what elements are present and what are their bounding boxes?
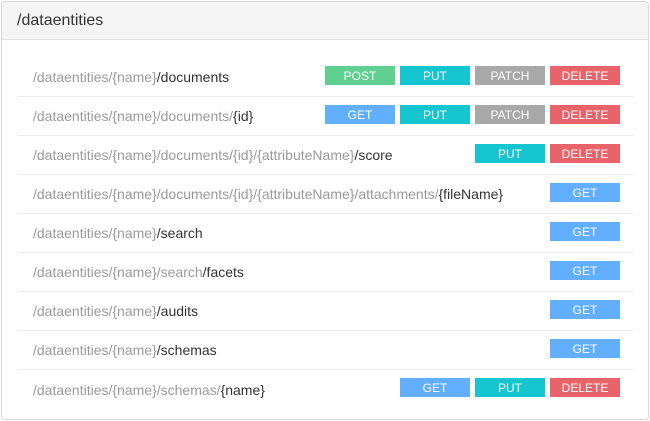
path-segment-base: /dataentities/{name}/documents/{id}/{att…	[33, 147, 355, 163]
endpoint-path: /dataentities/{name}/search/facets	[18, 264, 244, 280]
endpoint-path: /dataentities/{name}/schemas/{name}	[18, 382, 265, 398]
panel-header[interactable]: /dataentities	[2, 2, 648, 40]
endpoint-row[interactable]: /dataentities/{name}/schemas/{name} GET PU…	[18, 370, 633, 409]
method-buttons: GET PUT DELETE	[400, 378, 620, 397]
endpoint-path: /dataentities/{name}/documents	[18, 69, 229, 85]
panel-title: /dataentities	[17, 11, 104, 29]
patch-method-button[interactable]: PATCH	[475, 105, 545, 124]
path-segment-base: /dataentities/{name}	[33, 342, 157, 358]
get-method-button[interactable]: GET	[550, 339, 620, 358]
method-buttons: PUT DELETE	[475, 144, 620, 163]
path-segment-highlight: {name}	[220, 381, 265, 398]
path-segment-base: /dataentities/{name}/documents/	[33, 108, 234, 124]
path-segment-base: /dataentities/{name}/documents/{id}/{att…	[33, 186, 439, 202]
put-method-button[interactable]: PUT	[475, 378, 545, 397]
delete-method-button[interactable]: DELETE	[550, 66, 620, 85]
put-method-button[interactable]: PUT	[400, 105, 470, 124]
post-method-button[interactable]: POST	[325, 66, 395, 85]
path-segment-highlight: /schemas	[156, 342, 217, 358]
get-method-button[interactable]: GET	[550, 300, 620, 319]
endpoint-row[interactable]: /dataentities/{name}/documents/{id} GET PU…	[18, 97, 633, 136]
delete-method-button[interactable]: DELETE	[550, 378, 620, 397]
put-method-button[interactable]: PUT	[475, 144, 545, 163]
method-buttons: GET	[550, 183, 620, 202]
endpoint-row[interactable]: /dataentities/{name}/search/facets GET	[18, 253, 633, 292]
endpoint-path: /dataentities/{name}/documents/{id}	[18, 108, 253, 124]
endpoint-row[interactable]: /dataentities/{name}/documents/{id}/{att…	[18, 136, 633, 175]
delete-method-button[interactable]: DELETE	[550, 105, 620, 124]
path-segment-highlight: /facets	[202, 264, 244, 280]
get-method-button[interactable]: GET	[550, 261, 620, 280]
get-method-button[interactable]: GET	[550, 183, 620, 202]
endpoint-path: /dataentities/{name}/documents/{id}/{att…	[18, 186, 503, 202]
patch-method-button[interactable]: PATCH	[475, 66, 545, 85]
endpoint-list: /dataentities/{name}/documents POST PUT PAT…	[18, 58, 633, 409]
path-segment-highlight: {fileName}	[438, 186, 504, 202]
path-segment-base: /dataentities/{name}	[33, 303, 157, 319]
put-method-button[interactable]: PUT	[400, 66, 470, 85]
get-method-button[interactable]: GET	[325, 105, 395, 124]
path-segment-base: /dataentities/{name}	[33, 69, 157, 85]
path-segment-base: /dataentities/{name}	[33, 225, 157, 241]
endpoint-row[interactable]: /dataentities/{name}/schemas GET	[18, 331, 633, 370]
path-segment-highlight: /score	[354, 147, 393, 163]
method-buttons: GET	[550, 339, 620, 358]
path-segment-highlight: {id}	[233, 108, 254, 124]
method-buttons: GET PUT PATCH DELETE	[325, 105, 620, 124]
get-method-button[interactable]: GET	[550, 222, 620, 241]
endpoint-row[interactable]: /dataentities/{name}/search GET	[18, 214, 633, 253]
path-segment-base: /dataentities/{name}/search	[33, 264, 203, 280]
method-buttons: GET	[550, 261, 620, 280]
dataentities-panel: /dataentities /dataentities/{name}/docum…	[1, 1, 649, 420]
path-segment-highlight: /search	[156, 225, 203, 241]
method-buttons: GET	[550, 300, 620, 319]
endpoint-row[interactable]: /dataentities/{name}/documents POST PUT PAT…	[18, 58, 633, 97]
endpoint-path: /dataentities/{name}/audits	[18, 303, 198, 319]
path-segment-base: /dataentities/{name}/schemas/	[33, 381, 221, 398]
endpoint-row[interactable]: /dataentities/{name}/documents/{id}/{att…	[18, 175, 633, 214]
method-buttons: POST PUT PATCH DELETE	[325, 66, 620, 85]
endpoint-row[interactable]: /dataentities/{name}/audits GET	[18, 292, 633, 331]
endpoint-path: /dataentities/{name}/documents/{id}/{att…	[18, 147, 393, 163]
endpoint-path: /dataentities/{name}/schemas	[18, 342, 217, 358]
endpoint-path: /dataentities/{name}/search	[18, 225, 203, 241]
path-segment-highlight: /audits	[156, 303, 199, 319]
delete-method-button[interactable]: DELETE	[550, 144, 620, 163]
get-method-button[interactable]: GET	[400, 378, 470, 397]
path-segment-highlight: /documents	[156, 69, 230, 85]
method-buttons: GET	[550, 222, 620, 241]
